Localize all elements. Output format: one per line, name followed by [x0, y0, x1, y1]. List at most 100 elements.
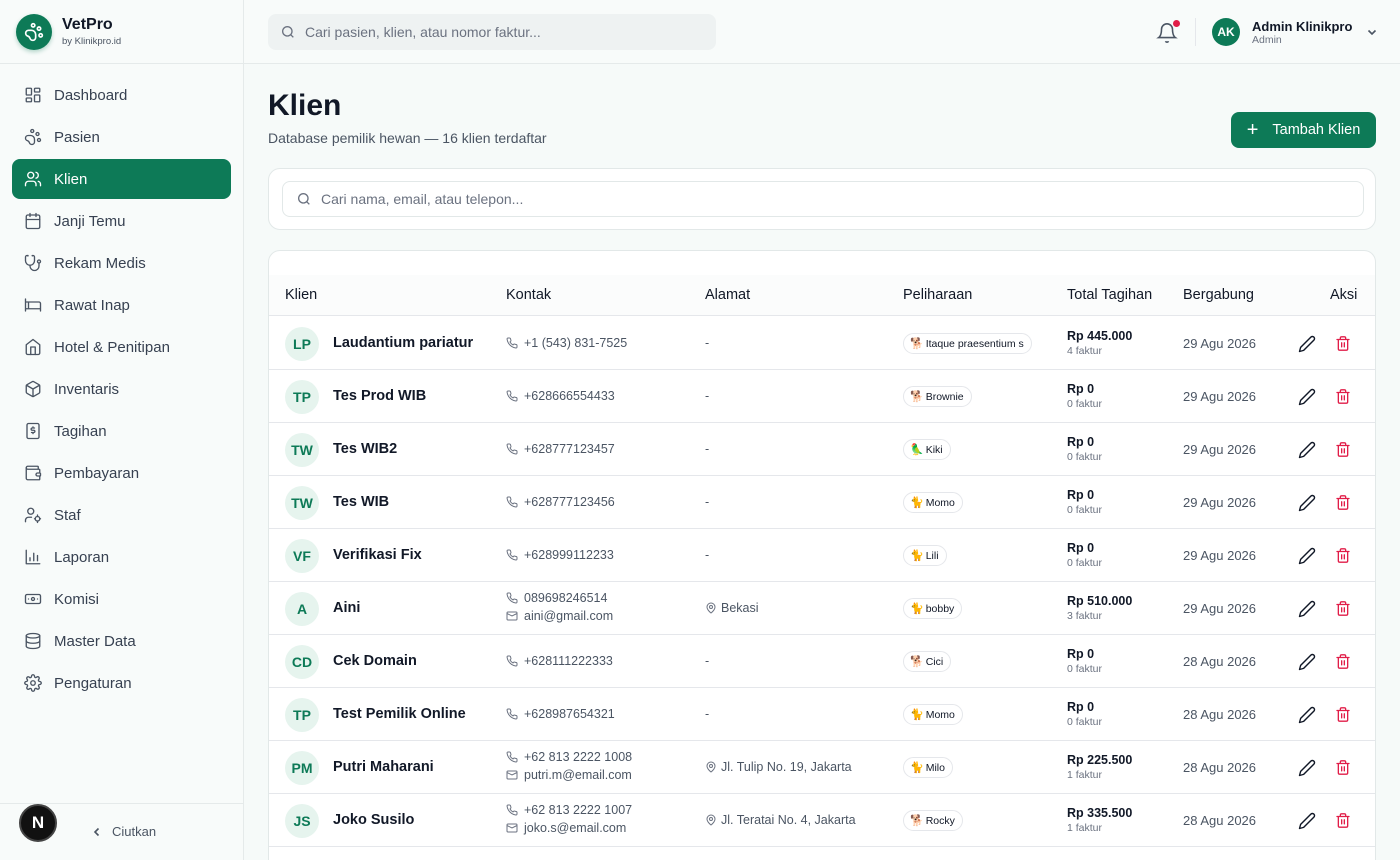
table-row[interactable]: LP Laudantium pariatur +1 (543) 831-7525 - 🐕…	[269, 317, 1375, 370]
global-search[interactable]	[268, 14, 716, 50]
phone-icon	[506, 337, 518, 349]
user-menu[interactable]: AK Admin Klinikpro Admin	[1212, 18, 1378, 46]
edit-icon[interactable]	[1298, 600, 1316, 618]
bill-amount: Rp 0	[1067, 435, 1095, 449]
edit-icon[interactable]	[1298, 706, 1316, 724]
edit-icon[interactable]	[1298, 547, 1316, 565]
sidebar-item-pengaturan[interactable]: Pengaturan	[12, 663, 231, 703]
sidebar-item-pasien[interactable]: Pasien	[12, 117, 231, 157]
pet-chip[interactable]: 🐈 Lili	[903, 545, 947, 566]
sidebar-item-pembayaran[interactable]: Pembayaran	[12, 453, 231, 493]
sidebar-item-label: Pengaturan	[54, 674, 132, 692]
edit-icon[interactable]	[1298, 812, 1316, 830]
client-name[interactable]: Joko Susilo	[333, 812, 414, 828]
total-bill: Rp 0 0 faktur	[1067, 700, 1102, 728]
client-name[interactable]: Cek Domain	[333, 653, 417, 669]
client-search[interactable]	[282, 181, 1364, 217]
client-name[interactable]: Verifikasi Fix	[333, 547, 422, 563]
pet-chip[interactable]: 🐕 Rocky	[903, 810, 963, 831]
add-client-button[interactable]: + Tambah Klien	[1231, 112, 1376, 148]
banknote-icon	[24, 593, 42, 605]
table-row[interactable]: TW Tes WIB2 +628777123457 - 🦜 Kiki Rp 0 0 faktu…	[269, 423, 1375, 476]
map-pin-icon	[706, 761, 716, 773]
table-row[interactable]: PM Putri Maharani +62 813 2222 1008 putri.m…	[269, 741, 1375, 794]
edit-icon[interactable]	[1298, 335, 1316, 353]
trash-icon[interactable]	[1335, 759, 1351, 776]
search-icon	[282, 26, 294, 38]
bill-amount: Rp 335.500	[1067, 806, 1133, 820]
sidebar-item-label: Komisi	[54, 590, 100, 608]
global-search-input[interactable]	[305, 24, 695, 40]
edit-icon[interactable]	[1298, 759, 1316, 777]
client-phone: +628999112233	[524, 548, 614, 562]
avatar: TP	[285, 380, 319, 414]
client-name[interactable]: Laudantium pariatur	[333, 335, 473, 351]
sidebar-item-dashboard[interactable]: Dashboard	[12, 75, 231, 115]
phone-icon	[506, 496, 518, 508]
trash-icon[interactable]	[1335, 441, 1351, 458]
pet-chip[interactable]: 🐈 bobby	[903, 598, 963, 619]
pet-chip[interactable]: 🐈 Momo	[903, 704, 963, 725]
sidebar-item-komisi[interactable]: Komisi	[12, 579, 231, 619]
chart-icon	[25, 549, 41, 565]
sidebar-item-master-data[interactable]: Master Data	[12, 621, 231, 661]
gear-icon	[24, 674, 42, 692]
pet-chip[interactable]: 🐕 Cici	[903, 651, 952, 672]
total-bill: Rp 0 0 faktur	[1067, 647, 1102, 675]
client-name[interactable]: Tes WIB2	[333, 441, 397, 457]
pet-chip[interactable]: 🐕 Itaque praesentium s	[903, 333, 1032, 354]
phone-icon	[506, 390, 518, 402]
pet-chip[interactable]: 🐈 Momo	[903, 492, 963, 513]
client-name[interactable]: Test Pemilik Online	[333, 706, 466, 722]
collapse-button[interactable]: Ciutkan	[92, 824, 156, 839]
client-search-input[interactable]	[321, 191, 1321, 207]
trash-icon[interactable]	[1335, 335, 1351, 352]
sidebar-item-hotel-penitipan[interactable]: Hotel & Penitipan	[12, 327, 231, 367]
pet-chip[interactable]: 🦜 Kiki	[903, 439, 951, 460]
trash-icon[interactable]	[1335, 706, 1351, 723]
client-address: -	[705, 336, 710, 350]
database-icon	[25, 632, 41, 650]
table-row[interactable]: TP Tes Prod WIB +628666554433 - 🐕 Brownie Rp 0…	[269, 370, 1375, 423]
sidebar-item-janji-temu[interactable]: Janji Temu	[12, 201, 231, 241]
client-name[interactable]: Tes Prod WIB	[333, 388, 426, 404]
pet-chip[interactable]: 🐈 Milo	[903, 757, 953, 778]
trash-icon[interactable]	[1335, 653, 1351, 670]
sidebar-item-label: Klien	[54, 170, 88, 188]
table-row[interactable]: A Aini 089698246514 aini@gmail.com Bekasi 🐈 bo…	[269, 582, 1375, 635]
sidebar-item-klien[interactable]: Klien	[12, 159, 231, 199]
client-phone: +628777123456	[524, 495, 615, 509]
user-name: Admin Klinikpro	[1252, 18, 1353, 34]
table-row[interactable]: VF Verifikasi Fix +628999112233 - 🐈 Lili Rp 0 0…	[269, 529, 1375, 582]
bill-amount: Rp 0	[1067, 647, 1095, 661]
table-row[interactable]: JS Joko Susilo +62 813 2222 1007 joko.s@ema…	[269, 794, 1375, 847]
trash-icon[interactable]	[1335, 547, 1351, 564]
sidebar-item-tagihan[interactable]: Tagihan	[12, 411, 231, 451]
sidebar-item-rawat-inap[interactable]: Rawat Inap	[12, 285, 231, 325]
table-row[interactable]: TW Tes WIB +628777123456 - 🐈 Momo Rp 0 0 faktur…	[269, 476, 1375, 529]
edit-icon[interactable]	[1298, 441, 1316, 459]
trash-icon[interactable]	[1335, 494, 1351, 511]
n-badge[interactable]: N	[19, 804, 57, 842]
client-name[interactable]: Tes WIB	[333, 494, 389, 510]
client-name[interactable]: Aini	[333, 600, 360, 616]
sidebar-item-laporan[interactable]: Laporan	[12, 537, 231, 577]
trash-icon[interactable]	[1335, 388, 1351, 405]
phone-icon	[506, 443, 518, 455]
edit-icon[interactable]	[1298, 653, 1316, 671]
edit-icon[interactable]	[1298, 494, 1316, 512]
sidebar-item-label: Master Data	[54, 632, 136, 650]
brand[interactable]: VetPro by Klinikpro.id	[0, 0, 243, 64]
calendar-icon	[25, 212, 41, 230]
trash-icon[interactable]	[1335, 600, 1351, 617]
edit-icon[interactable]	[1298, 388, 1316, 406]
pet-chip[interactable]: 🐕 Brownie	[903, 386, 972, 407]
trash-icon[interactable]	[1335, 812, 1351, 829]
table-row[interactable]: TP Test Pemilik Online +628987654321 - 🐈 Momo…	[269, 688, 1375, 741]
table-row[interactable]: CD Cek Domain +628111222333 - 🐕 Cici Rp 0 0 fak…	[269, 635, 1375, 688]
sidebar-item-rekam-medis[interactable]: Rekam Medis	[12, 243, 231, 283]
client-name[interactable]: Putri Maharani	[333, 759, 434, 775]
sidebar-item-inventaris[interactable]: Inventaris	[12, 369, 231, 409]
bill-amount: Rp 0	[1067, 541, 1095, 555]
sidebar-item-staf[interactable]: Staf	[12, 495, 231, 535]
